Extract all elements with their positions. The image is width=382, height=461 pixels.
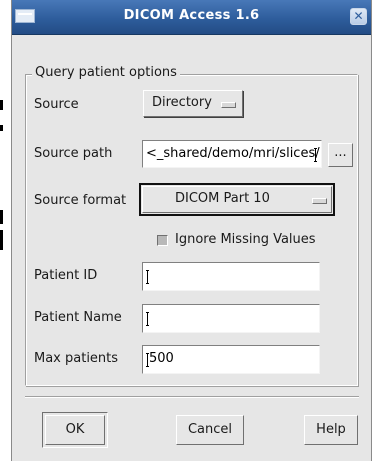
browse-button[interactable]: ... bbox=[328, 143, 353, 167]
close-icon[interactable]: ✕ bbox=[350, 8, 367, 25]
source-label: Source bbox=[34, 97, 79, 112]
window-title: DICOM Access 1.6 bbox=[123, 8, 260, 23]
ignore-missing-label: Ignore Missing Values bbox=[175, 232, 316, 247]
help-button[interactable]: Help bbox=[304, 415, 358, 445]
title-bar[interactable]: DICOM Access 1.6 ✕ bbox=[12, 0, 371, 35]
source-format-dropdown[interactable]: DICOM Part 10 bbox=[142, 186, 332, 213]
patient-id-label: Patient ID bbox=[34, 268, 98, 283]
ignore-missing-checkbox[interactable] bbox=[157, 235, 168, 246]
cancel-button[interactable]: Cancel bbox=[176, 415, 244, 445]
max-patients-input[interactable]: 500 bbox=[142, 345, 320, 374]
background-fragment bbox=[0, 230, 3, 250]
background-fragment bbox=[0, 125, 3, 131]
max-patients-label: Max patients bbox=[34, 351, 119, 366]
source-dropdown[interactable]: Directory bbox=[143, 90, 243, 117]
background-strip-right bbox=[372, 0, 382, 461]
source-value: Directory bbox=[152, 95, 212, 110]
option-menu-indicator-icon bbox=[221, 102, 236, 108]
group-legend: Query patient options bbox=[32, 65, 180, 80]
source-path-input[interactable]: <_shared/demo/mri/slices/ bbox=[142, 140, 322, 168]
text-caret bbox=[146, 353, 149, 367]
background-fragment bbox=[0, 210, 3, 224]
max-patients-value: 500 bbox=[149, 351, 174, 366]
background-strip-left bbox=[0, 0, 11, 461]
button-separator bbox=[25, 396, 359, 398]
source-path-label: Source path bbox=[34, 146, 113, 161]
query-options-group bbox=[25, 74, 358, 386]
patient-name-input[interactable] bbox=[142, 304, 320, 333]
source-format-label: Source format bbox=[34, 193, 127, 208]
ok-button[interactable]: OK bbox=[45, 415, 105, 445]
background-fragment bbox=[0, 100, 3, 110]
source-format-value: DICOM Part 10 bbox=[175, 191, 270, 206]
text-caret bbox=[146, 312, 149, 326]
option-menu-indicator-icon bbox=[312, 198, 327, 204]
text-caret bbox=[146, 270, 149, 284]
source-path-value: <_shared/demo/mri/slices/ bbox=[146, 146, 320, 161]
dialog-window: DICOM Access 1.6 ✕ Query patient options… bbox=[11, 0, 372, 461]
patient-id-input[interactable] bbox=[142, 262, 320, 291]
text-caret bbox=[314, 148, 317, 162]
patient-name-label: Patient Name bbox=[34, 310, 122, 325]
